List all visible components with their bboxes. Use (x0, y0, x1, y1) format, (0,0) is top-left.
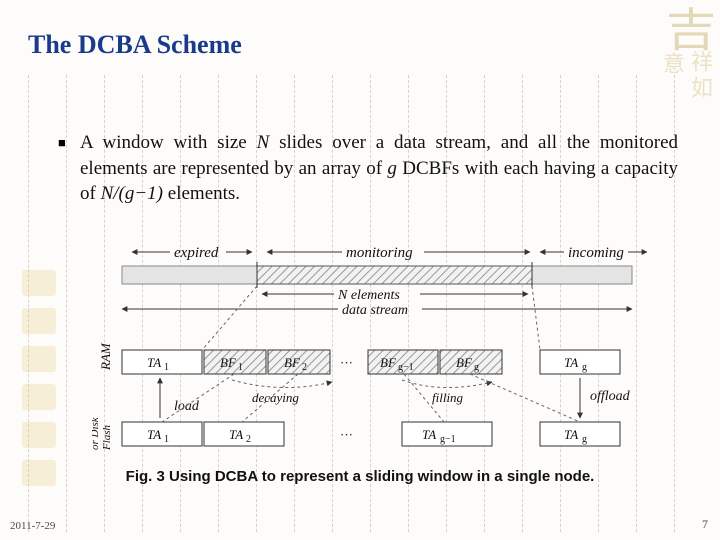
svg-text:2: 2 (302, 362, 307, 373)
cell-bfg: BF (456, 355, 473, 370)
footer-date: 2011-7-29 (10, 520, 55, 532)
svg-text:1: 1 (238, 362, 243, 373)
svg-text:2: 2 (246, 434, 251, 445)
svg-text:1: 1 (164, 434, 169, 445)
svg-text:TA: TA (422, 427, 436, 442)
svg-text:g: g (582, 362, 587, 373)
decor-col2: 意 (656, 52, 688, 78)
decorative-seals (22, 270, 56, 498)
cell-tag: TA (564, 355, 578, 370)
label-filling: filling (432, 390, 464, 405)
figure-3: expired monitoring incoming N elements d… (92, 242, 652, 462)
label-flash-disk-2: or Disk (92, 416, 101, 450)
svg-text:g−1: g−1 (440, 434, 456, 445)
label-flash-disk: Flash (101, 424, 113, 451)
svg-text:TA: TA (564, 427, 578, 442)
label-data-stream: data stream (342, 303, 408, 318)
cell-bf2: BF (284, 355, 301, 370)
text-part: A window with size (80, 132, 257, 153)
svg-text:g: g (474, 362, 479, 373)
var-g: g (387, 158, 397, 179)
slide-title: The DCBA Scheme (28, 30, 242, 60)
svg-text:1: 1 (164, 362, 169, 373)
label-offload: offload (590, 389, 631, 404)
page-number: 7 (702, 517, 708, 532)
label-expired: expired (174, 245, 219, 261)
label-ram: RAM (98, 342, 113, 371)
dots-2: ··· (340, 427, 353, 442)
cell-bf1: BF (220, 355, 237, 370)
decorative-corner: 吉 祥如 意 (600, 0, 720, 130)
label-decaying: decaying (252, 390, 299, 405)
label-monitoring: monitoring (346, 245, 413, 261)
svg-text:g: g (582, 434, 587, 445)
stream-bar (122, 262, 632, 288)
cell-ta1: TA (147, 355, 161, 370)
svg-text:TA: TA (147, 427, 161, 442)
svg-text:g−1: g−1 (398, 362, 414, 373)
var-N: N (257, 132, 270, 153)
bullet-paragraph: ■ A window with size N slides over a dat… (80, 130, 678, 207)
figure-caption: Fig. 3 Using DCBA to represent a sliding… (0, 468, 720, 485)
var-frac: N/(g−1) (101, 183, 163, 204)
bullet-icon: ■ (58, 134, 66, 152)
text-part: elements. (163, 183, 240, 204)
decor-col1: 祥如 (684, 50, 716, 102)
dots: ··· (340, 355, 353, 370)
cell-bfg1: BF (380, 355, 397, 370)
label-n-elements: N elements (337, 288, 400, 303)
label-incoming: incoming (568, 245, 624, 261)
svg-text:TA: TA (229, 427, 243, 442)
